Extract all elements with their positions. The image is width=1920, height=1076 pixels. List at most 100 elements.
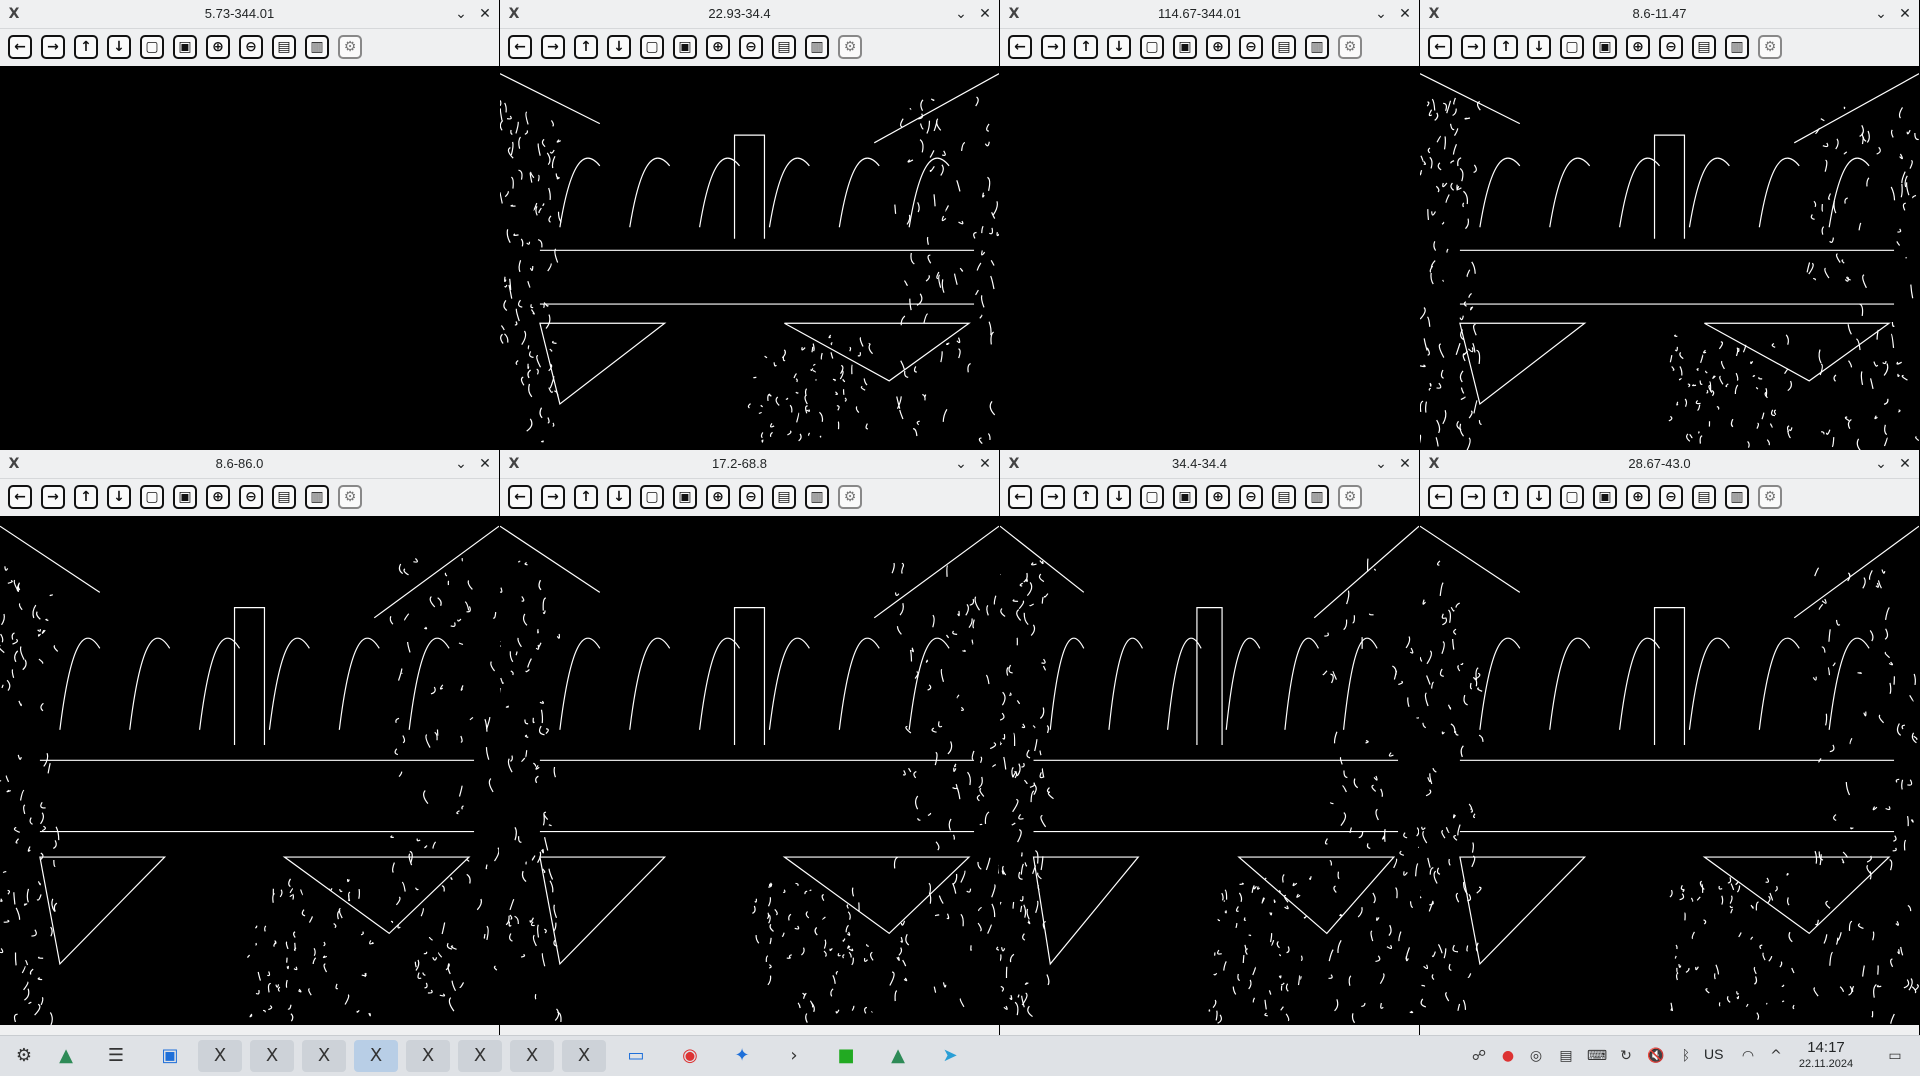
arrow-right-icon[interactable]: → xyxy=(1461,485,1485,509)
taskbar-window-4[interactable]: X xyxy=(354,1040,398,1072)
file-manager-icon[interactable]: ▭ xyxy=(614,1040,658,1072)
save-icon[interactable]: ▤ xyxy=(272,35,296,59)
terminal-icon[interactable]: › xyxy=(772,1040,816,1072)
settings-icon[interactable]: ⚙ xyxy=(838,35,862,59)
taskbar-window-7[interactable]: X xyxy=(510,1040,554,1072)
arrow-up-icon[interactable]: ↑ xyxy=(74,485,98,509)
zoom-out-icon[interactable]: ⊖ xyxy=(1239,35,1263,59)
telegram-icon[interactable]: ➤ xyxy=(928,1040,972,1072)
close-button[interactable]: ✕ xyxy=(1395,454,1415,474)
zoom-out-icon[interactable]: ⊖ xyxy=(239,35,263,59)
copy-icon[interactable]: ▥ xyxy=(805,485,829,509)
plot-window-5[interactable]: X 8.6-86.0 ⌄ ✕ ← → ↑ ↓ ▢ ▣ ⊕ ⊖ ▤ ▥ ⚙ xyxy=(0,450,499,1035)
save-icon[interactable]: ▤ xyxy=(1272,485,1296,509)
arrow-down-icon[interactable]: ↓ xyxy=(107,35,131,59)
taskbar-window-8[interactable]: X xyxy=(562,1040,606,1072)
settings-icon[interactable]: ⚙ xyxy=(838,485,862,509)
arrow-down-icon[interactable]: ↓ xyxy=(1527,35,1551,59)
zoom-out-icon[interactable]: ⊖ xyxy=(1239,485,1263,509)
window-titlebar[interactable]: X 5.73-344.01 ⌄ ✕ xyxy=(0,0,499,29)
sync-icon[interactable]: ↻ xyxy=(1615,1045,1637,1067)
arrow-right-icon[interactable]: → xyxy=(41,35,65,59)
image-icon[interactable]: ▣ xyxy=(1173,35,1197,59)
edge-image-canvas[interactable] xyxy=(500,66,999,450)
edge-image-canvas[interactable] xyxy=(1420,66,1919,450)
keyboard-layout[interactable]: US xyxy=(1704,1046,1723,1062)
keyboard-icon[interactable]: ⌨ xyxy=(1586,1045,1608,1067)
window-titlebar[interactable]: X 8.6-86.0 ⌄ ✕ xyxy=(0,450,499,479)
pycharm-icon[interactable]: ■ xyxy=(824,1040,868,1072)
copy-icon[interactable]: ▥ xyxy=(805,35,829,59)
arrow-left-icon[interactable]: ← xyxy=(508,485,532,509)
arrow-left-icon[interactable]: ← xyxy=(508,35,532,59)
minimize-button[interactable]: ⌄ xyxy=(1871,454,1891,474)
arrow-left-icon[interactable]: ← xyxy=(1428,35,1452,59)
settings-icon[interactable]: ⚙ xyxy=(1758,35,1782,59)
copy-icon[interactable]: ▥ xyxy=(1725,485,1749,509)
zoom-in-icon[interactable]: ⊕ xyxy=(1626,35,1650,59)
image-icon[interactable]: ▣ xyxy=(1593,485,1617,509)
window-titlebar[interactable]: X 28.67-43.0 ⌄ ✕ xyxy=(1420,450,1919,479)
zoom-rect-icon[interactable]: ▢ xyxy=(1560,485,1584,509)
copy-icon[interactable]: ▥ xyxy=(305,485,329,509)
arrow-up-icon[interactable]: ↑ xyxy=(1494,35,1518,59)
taskbar-window-1[interactable]: X xyxy=(198,1040,242,1072)
zoom-rect-icon[interactable]: ▢ xyxy=(1140,485,1164,509)
edge-image-canvas[interactable] xyxy=(1000,516,1419,1025)
window-titlebar[interactable]: X 114.67-344.01 ⌄ ✕ xyxy=(1000,0,1419,29)
taskbar-window-2[interactable]: X xyxy=(250,1040,294,1072)
minimize-button[interactable]: ⌄ xyxy=(1371,4,1391,24)
taskbar-window-6[interactable]: X xyxy=(458,1040,502,1072)
arrow-left-icon[interactable]: ← xyxy=(1428,485,1452,509)
edge-image-canvas[interactable] xyxy=(0,66,499,450)
plot-window-2[interactable]: X 22.93-34.4 ⌄ ✕ ← → ↑ ↓ ▢ ▣ ⊕ ⊖ ▤ ▥ ⚙ xyxy=(500,0,999,450)
window-titlebar[interactable]: X 17.2-68.8 ⌄ ✕ xyxy=(500,450,999,479)
arrow-down-icon[interactable]: ↓ xyxy=(1527,485,1551,509)
copy-icon[interactable]: ▥ xyxy=(1305,35,1329,59)
settings-icon[interactable]: ⚙ xyxy=(338,35,362,59)
zoom-in-icon[interactable]: ⊕ xyxy=(1206,485,1230,509)
arrow-up-icon[interactable]: ↑ xyxy=(74,35,98,59)
minimize-button[interactable]: ⌄ xyxy=(451,454,471,474)
tray-expand-icon[interactable]: ^ xyxy=(1765,1045,1787,1067)
save-icon[interactable]: ▤ xyxy=(772,485,796,509)
minimize-button[interactable]: ⌄ xyxy=(451,4,471,24)
save-icon[interactable]: ▤ xyxy=(1692,35,1716,59)
close-button[interactable]: ✕ xyxy=(1895,4,1915,24)
zoom-in-icon[interactable]: ⊕ xyxy=(1206,35,1230,59)
arrow-right-icon[interactable]: → xyxy=(1041,35,1065,59)
zoom-out-icon[interactable]: ⊖ xyxy=(739,485,763,509)
minimize-button[interactable]: ⌄ xyxy=(1871,4,1891,24)
zoom-rect-icon[interactable]: ▢ xyxy=(640,35,664,59)
zoom-rect-icon[interactable]: ▢ xyxy=(140,485,164,509)
close-button[interactable]: ✕ xyxy=(475,4,495,24)
updates-icon[interactable]: ● xyxy=(1497,1045,1519,1067)
image-icon[interactable]: ▣ xyxy=(673,485,697,509)
browser-tray-icon[interactable]: ◎ xyxy=(1525,1045,1547,1067)
close-button[interactable]: ✕ xyxy=(975,454,995,474)
notifications-icon[interactable]: ☍ xyxy=(1468,1045,1490,1067)
arrow-right-icon[interactable]: → xyxy=(541,485,565,509)
window-titlebar[interactable]: X 8.6-11.47 ⌄ ✕ xyxy=(1420,0,1919,29)
pager-icon[interactable]: ☰ xyxy=(94,1040,138,1072)
arrow-left-icon[interactable]: ← xyxy=(1008,485,1032,509)
edge-image-canvas[interactable] xyxy=(500,516,999,1025)
arrow-up-icon[interactable]: ↑ xyxy=(574,35,598,59)
arrow-up-icon[interactable]: ↑ xyxy=(1074,485,1098,509)
wifi-icon[interactable]: ◠ xyxy=(1737,1045,1759,1067)
image-icon[interactable]: ▣ xyxy=(1173,485,1197,509)
image-icon[interactable]: ▣ xyxy=(173,485,197,509)
close-button[interactable]: ✕ xyxy=(1395,4,1415,24)
edge-image-canvas[interactable] xyxy=(1420,516,1919,1025)
zoom-in-icon[interactable]: ⊕ xyxy=(1626,485,1650,509)
system-monitor-2-icon[interactable]: ▲ xyxy=(876,1040,920,1072)
zoom-rect-icon[interactable]: ▢ xyxy=(1560,35,1584,59)
zoom-rect-icon[interactable]: ▢ xyxy=(1140,35,1164,59)
save-icon[interactable]: ▤ xyxy=(272,485,296,509)
zoom-in-icon[interactable]: ⊕ xyxy=(706,35,730,59)
arrow-up-icon[interactable]: ↑ xyxy=(574,485,598,509)
close-button[interactable]: ✕ xyxy=(975,4,995,24)
clock[interactable]: 14:17 22.11.2024 xyxy=(1786,1039,1866,1071)
plot-window-4[interactable]: X 8.6-11.47 ⌄ ✕ ← → ↑ ↓ ▢ ▣ ⊕ ⊖ ▤ ▥ ⚙ xyxy=(1420,0,1919,450)
settings-icon[interactable]: ⚙ xyxy=(1758,485,1782,509)
